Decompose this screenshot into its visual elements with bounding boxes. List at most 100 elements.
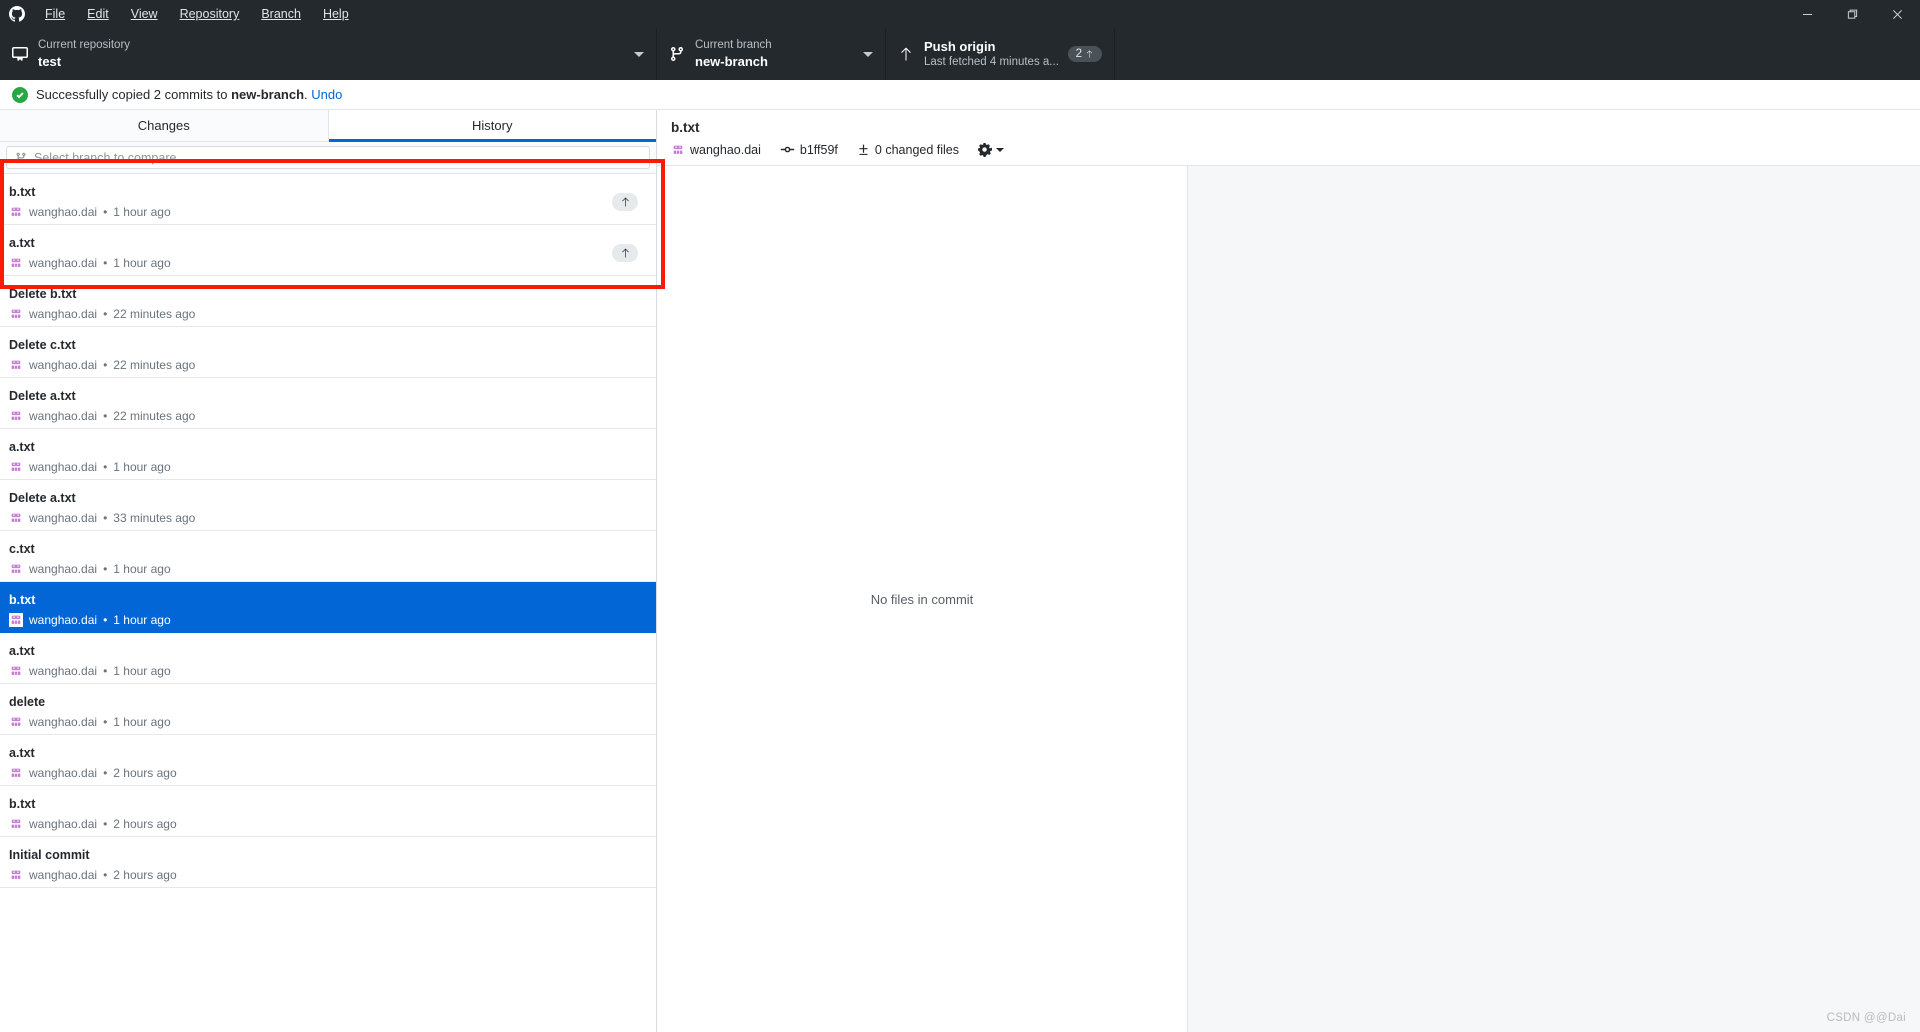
current-repository-button[interactable]: Current repository test — [0, 28, 657, 80]
commit-list-item[interactable]: c.txt wanghao.dai • 1 hour ago — [0, 531, 656, 582]
maximize-icon[interactable] — [1830, 0, 1875, 28]
avatar — [9, 562, 23, 576]
tab-changes[interactable]: Changes — [0, 110, 329, 141]
arrow-up-icon — [1086, 50, 1093, 58]
menu-item-view[interactable]: View — [120, 2, 169, 26]
commit-item-author: wanghao.dai — [29, 562, 98, 576]
commit-list-item[interactable]: b.txt wanghao.dai • 1 hour ago — [0, 174, 656, 225]
avatar — [9, 715, 23, 729]
commit-item-author: wanghao.dai — [29, 256, 98, 270]
diff-pane — [1188, 166, 1920, 1032]
menu-item-branch-label: Branch — [261, 7, 301, 21]
commit-author: wanghao.dai — [671, 142, 761, 157]
push-origin-label: Push origin — [924, 39, 996, 54]
undo-link[interactable]: Undo — [311, 87, 342, 102]
commit-item-time: 22 minutes ago — [113, 409, 196, 423]
commit-item-title: Delete a.txt — [9, 389, 76, 403]
title-bar: File Edit View Repository Branch Help — [0, 0, 1920, 28]
tab-changes-label: Changes — [137, 118, 190, 133]
meta-bullet: • — [103, 613, 108, 627]
commit-item-time: 2 hours ago — [113, 868, 177, 882]
commit-item-author: wanghao.dai — [29, 766, 98, 780]
chevron-down-icon — [996, 147, 1005, 152]
banner-text-after: . — [304, 87, 308, 102]
commit-item-author: wanghao.dai — [29, 715, 98, 729]
history-sidebar: Changes History Select branch to compare… — [0, 110, 665, 1032]
avatar — [9, 511, 23, 525]
commit-item-content: a.txt wanghao.dai • 1 hour ago — [9, 438, 171, 476]
menu-item-file[interactable]: File — [34, 2, 76, 26]
watermark: CSDN @@Dai — [1826, 1012, 1906, 1024]
current-repository-label: Current repository — [38, 39, 131, 51]
commit-list-item[interactable]: a.txt wanghao.dai • 1 hour ago — [0, 225, 656, 276]
commit-list-item[interactable]: Delete c.txt wanghao.dai • 22 minutes ago — [0, 327, 656, 378]
commit-author-name: wanghao.dai — [690, 142, 761, 157]
menu-item-edit[interactable]: Edit — [76, 2, 120, 26]
commit-item-author: wanghao.dai — [29, 460, 98, 474]
commit-item-meta: wanghao.dai • 1 hour ago — [9, 560, 171, 578]
commit-list-item[interactable]: Delete a.txt wanghao.dai • 22 minutes ago — [0, 378, 656, 429]
avatar — [9, 664, 23, 678]
commit-item-meta: wanghao.dai • 1 hour ago — [9, 611, 171, 629]
commit-list-item[interactable]: a.txt wanghao.dai • 1 hour ago — [0, 633, 656, 684]
minimize-icon[interactable] — [1785, 0, 1830, 28]
commit-item-time: 1 hour ago — [113, 562, 171, 576]
commit-item-title: Delete c.txt — [9, 338, 76, 352]
menu-item-repository-label: Repository — [179, 7, 240, 21]
meta-bullet: • — [103, 511, 108, 525]
commit-item-author: wanghao.dai — [29, 817, 98, 831]
push-origin-button[interactable]: Push origin Last fetched 4 minutes a... … — [886, 28, 1115, 80]
commit-list-item[interactable]: a.txt wanghao.dai • 2 hours ago — [0, 735, 656, 786]
close-icon[interactable] — [1875, 0, 1920, 28]
commit-list-item[interactable]: Delete b.txt wanghao.dai • 22 minutes ago — [0, 276, 656, 327]
commit-item-content: a.txt wanghao.dai • 1 hour ago — [9, 642, 171, 680]
compare-branch-icon — [16, 152, 26, 163]
current-branch-button[interactable]: Current branch new-branch — [657, 28, 886, 80]
compare-branch-input[interactable]: Select branch to compare... — [6, 146, 650, 169]
commit-item-title: b.txt — [9, 593, 36, 607]
changed-files-label: 0 changed files — [874, 142, 960, 157]
commit-list-item[interactable]: b.txt wanghao.dai • 2 hours ago — [0, 786, 656, 837]
commit-item-title: a.txt — [9, 644, 35, 658]
meta-bullet: • — [103, 409, 108, 423]
commit-item-author: wanghao.dai — [29, 511, 98, 525]
commit-sha-value: b1ff59f — [799, 142, 838, 157]
commit-item-meta: wanghao.dai • 22 minutes ago — [9, 356, 195, 374]
commit-item-content: b.txt wanghao.dai • 1 hour ago — [9, 183, 171, 221]
commit-files-pane: No files in commit — [657, 166, 1188, 1032]
commit-item-title: Delete a.txt — [9, 491, 76, 505]
commit-list-item[interactable]: Initial commit wanghao.dai • 2 hours ago — [0, 837, 656, 888]
commit-list-item[interactable]: Delete a.txt wanghao.dai • 33 minutes ago — [0, 480, 656, 531]
commit-list[interactable]: b.txt wanghao.dai • 1 hour ago a.txt wanghao.… — [0, 174, 656, 888]
commit-list-item[interactable]: delete wanghao.dai • 1 hour ago — [0, 684, 656, 735]
menu-item-repository[interactable]: Repository — [169, 2, 251, 26]
commit-sha[interactable]: b1ff59f — [780, 142, 838, 157]
commit-item-title: Delete b.txt — [9, 287, 77, 301]
repo-icon — [12, 46, 38, 62]
commit-item-content: b.txt wanghao.dai • 2 hours ago — [9, 795, 177, 833]
app-toolbar: Current repository test Current branch n… — [0, 28, 1920, 80]
menu-bar: File Edit View Repository Branch Help — [34, 2, 360, 26]
commit-item-author: wanghao.dai — [29, 409, 98, 423]
compare-branch-placeholder: Select branch to compare... — [34, 150, 187, 165]
commit-list-item[interactable]: b.txt wanghao.dai • 1 hour ago — [0, 582, 656, 633]
avatar — [9, 256, 23, 270]
current-branch-label: Current branch — [695, 39, 772, 51]
meta-bullet: • — [103, 205, 108, 219]
commit-item-content: Initial commit wanghao.dai • 2 hours ago — [9, 846, 177, 884]
commit-item-meta: wanghao.dai • 22 minutes ago — [9, 305, 195, 323]
meta-bullet: • — [103, 766, 108, 780]
menu-item-branch[interactable]: Branch — [250, 2, 312, 26]
commit-item-time: 2 hours ago — [113, 817, 177, 831]
meta-bullet: • — [103, 562, 108, 576]
commit-list-item[interactable]: a.txt wanghao.dai • 1 hour ago — [0, 429, 656, 480]
menu-item-view-label: View — [130, 7, 158, 21]
commit-options-button[interactable] — [978, 142, 1005, 157]
tab-history[interactable]: History — [328, 110, 656, 142]
menu-item-help-label: Help — [322, 7, 349, 21]
commit-item-time: 1 hour ago — [113, 664, 171, 678]
chevron-down-icon — [863, 51, 873, 57]
meta-bullet: • — [103, 256, 108, 270]
sidebar-tabs: Changes History — [0, 110, 656, 142]
menu-item-help[interactable]: Help — [312, 2, 360, 26]
